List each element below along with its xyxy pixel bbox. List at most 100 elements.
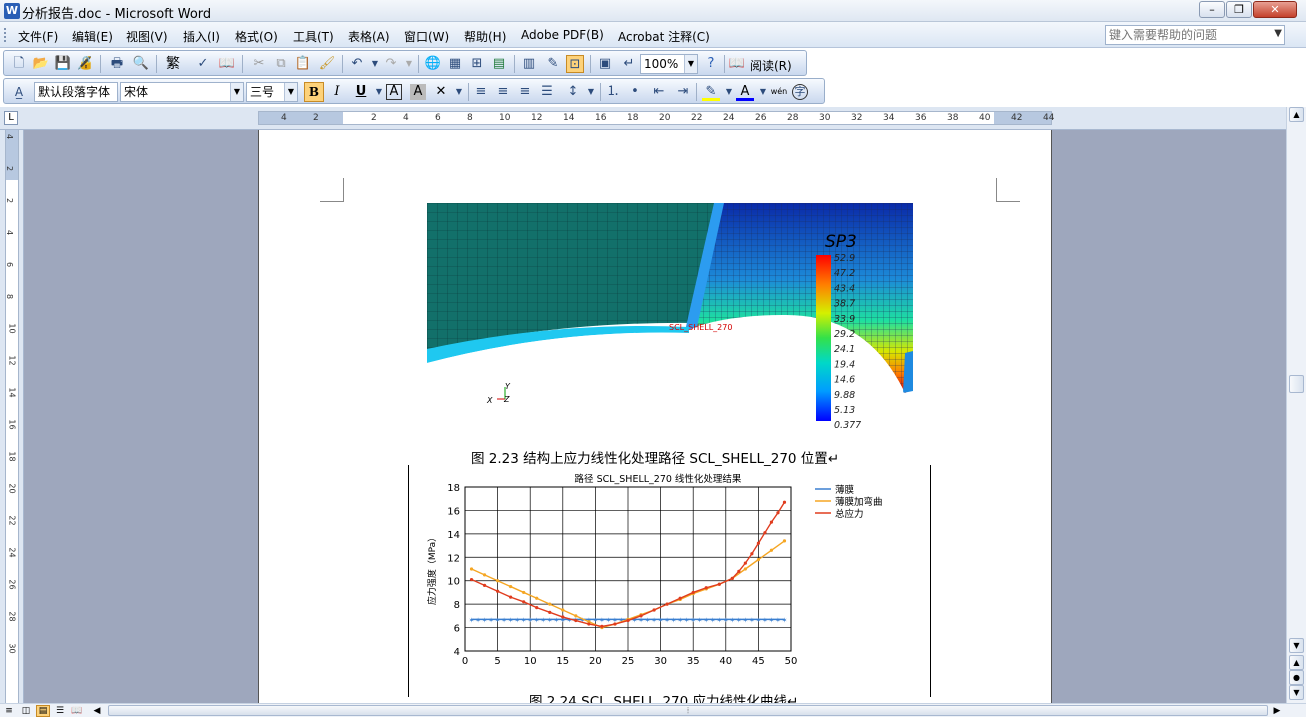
menu-item[interactable]: 格式(O) [235, 28, 278, 45]
justify-icon[interactable]: ☰ [538, 83, 556, 101]
increase-indent-icon[interactable]: ⇥ [674, 83, 692, 101]
menu-item[interactable]: 窗口(W) [404, 28, 449, 45]
decrease-indent-icon[interactable]: ⇤ [650, 83, 668, 101]
reading-view-icon[interactable]: 📖 [70, 705, 84, 717]
align-center-icon[interactable]: ≡ [494, 83, 512, 101]
select-browse-object-button[interactable]: ● [1289, 670, 1304, 685]
reading-layout-icon[interactable]: 📖 [728, 55, 746, 73]
word-app-icon[interactable]: W [4, 3, 20, 19]
highlight-icon[interactable]: ✎ [702, 83, 720, 101]
columns-icon[interactable]: ▥ [520, 55, 538, 73]
char-border-icon[interactable]: A [386, 84, 402, 100]
format-painter-icon[interactable]: 🖌 [318, 55, 336, 73]
undo-icon[interactable]: ↶ [348, 55, 366, 73]
chevron-down-icon[interactable]: ▼ [230, 83, 243, 101]
style-combo[interactable]: 默认段落字体 [34, 82, 118, 102]
line-spacing-dropdown-icon[interactable]: ▼ [582, 83, 600, 101]
page[interactable]: SCL_SHELL_270 SP3 52.9 47.2 43.4 38.7 33.9 29… [258, 130, 1052, 703]
fea-contour-figure[interactable]: SCL_SHELL_270 SP3 52.9 47.2 43.4 38.7 33.9 29… [427, 203, 913, 443]
tables-borders-icon[interactable]: ▦ [446, 55, 464, 73]
chevron-down-icon[interactable]: ▼ [284, 83, 297, 101]
char-scaling-icon[interactable]: ✕ [432, 83, 450, 101]
stress-linearization-chart[interactable]: 路径 SCL_SHELL_270 线性化处理结果 0 5 10 15 20 25 30 35 40… [425, 470, 925, 685]
reading-layout-button[interactable]: 阅读(R) [750, 57, 792, 74]
paste-icon[interactable]: 📋 [294, 55, 312, 73]
tab-selector[interactable]: L [4, 111, 18, 125]
web-layout-icon[interactable]: ◫ [19, 705, 33, 717]
scroll-down-button[interactable]: ▼ [1289, 638, 1304, 653]
redo-dropdown-icon[interactable]: ▼ [400, 55, 418, 73]
maximize-button[interactable]: ❐ [1226, 1, 1252, 18]
char-shading-icon[interactable]: A [410, 84, 426, 100]
menu-item[interactable]: 工具(T) [293, 28, 334, 45]
previous-page-button[interactable]: ▲ [1289, 655, 1304, 670]
chevron-down-icon[interactable]: ▼ [684, 55, 697, 73]
vertical-scrollbar[interactable]: ▲ ▼ ▲ ● ▼ [1286, 107, 1306, 703]
help-icon[interactable]: ? [702, 55, 720, 73]
save-icon[interactable]: 💾 [54, 55, 72, 73]
align-right-icon[interactable]: ≡ [516, 83, 534, 101]
paragraph-mark-icon[interactable]: ↵ [620, 55, 638, 73]
line-spacing-icon[interactable]: ↕ [564, 83, 582, 101]
scroll-up-button[interactable]: ▲ [1289, 107, 1304, 122]
italic-button[interactable]: I [328, 83, 346, 101]
underline-button[interactable]: U [352, 83, 370, 101]
traditional-chinese-button[interactable]: 繁 [164, 55, 182, 73]
menu-item[interactable]: 插入(I) [183, 28, 220, 45]
outline-view-icon[interactable]: ☰ [53, 705, 67, 717]
menu-item[interactable]: 表格(A) [348, 28, 390, 45]
numbering-icon[interactable]: ⒈ [604, 83, 622, 101]
next-page-button[interactable]: ▼ [1289, 685, 1304, 700]
new-document-icon[interactable]: 🗋 [10, 55, 28, 73]
document-area[interactable]: SCL_SHELL_270 SP3 52.9 47.2 43.4 38.7 33.9 29… [24, 130, 1286, 703]
menu-item[interactable]: Acrobat 注释(C) [618, 28, 710, 45]
document-map-icon[interactable]: ⊡ [566, 55, 584, 73]
menu-item[interactable]: Adobe PDF(B) [521, 28, 604, 42]
font-combo[interactable]: 宋体 ▼ [120, 82, 244, 102]
print-icon[interactable]: 🖶 [108, 55, 126, 73]
minimize-button[interactable]: – [1199, 1, 1225, 18]
bullets-icon[interactable]: • [626, 83, 644, 101]
font-color-icon[interactable]: A [736, 83, 754, 101]
align-left-icon[interactable]: ≡ [472, 83, 490, 101]
horizontal-scroll-thumb[interactable]: ⦙ [108, 705, 1268, 716]
menu-item[interactable]: 帮助(H) [464, 28, 506, 45]
zoom-combo[interactable]: 100% ▼ [640, 54, 698, 74]
research-icon[interactable]: 📖 [218, 55, 236, 73]
cut-icon[interactable]: ✂ [250, 55, 268, 73]
menu-item[interactable]: 视图(V) [126, 28, 168, 45]
print-layout-icon[interactable]: ▤ [36, 705, 50, 717]
scaling-dropdown-icon[interactable]: ▼ [450, 83, 468, 101]
open-folder-icon[interactable]: 📂 [32, 55, 50, 73]
styles-formatting-icon[interactable]: A̲ [10, 83, 28, 101]
permission-icon[interactable]: 🔏 [76, 55, 94, 73]
vertical-ruler[interactable]: 4 2 2 4 6 8 10 12 14 16 18 20 22 24 26 28 30 [0, 130, 24, 703]
phonetic-guide-button[interactable]: wén [770, 83, 788, 101]
font-size-combo[interactable]: 三号 ▼ [246, 82, 298, 102]
redo-icon[interactable]: ↷ [382, 55, 400, 73]
close-button[interactable]: ✕ [1253, 1, 1297, 18]
menu-item[interactable]: 文件(F) [18, 28, 58, 45]
insert-excel-icon[interactable]: ▤ [490, 55, 508, 73]
menu-item[interactable]: 编辑(E) [72, 28, 113, 45]
show-hide-icon[interactable]: ▣ [596, 55, 614, 73]
ruler-strip[interactable]: 4 2 2 4 6 8 10 12 14 16 18 20 22 24 26 28 30 32 34 36 38 40 42… [258, 111, 1054, 125]
drawing-icon[interactable]: ✎ [544, 55, 562, 73]
scroll-left-button[interactable]: ◀ [90, 705, 104, 717]
bold-button[interactable]: B [304, 82, 324, 102]
menu-grip[interactable] [4, 28, 7, 42]
help-search-box[interactable]: ▼ [1105, 25, 1285, 45]
chevron-down-icon[interactable]: ▼ [1274, 28, 1282, 39]
ruler-strip[interactable]: 4 2 2 4 6 8 10 12 14 16 18 20 22 24 26 28 30 [5, 130, 19, 703]
spelling-check-icon[interactable]: ✓ [194, 55, 212, 73]
enclose-char-icon[interactable]: 字 [792, 84, 808, 100]
scroll-right-button[interactable]: ▶ [1270, 705, 1284, 717]
print-preview-icon[interactable]: 🔍 [132, 55, 150, 73]
hyperlink-icon[interactable]: 🌐 [424, 55, 442, 73]
scroll-thumb[interactable] [1289, 375, 1304, 393]
horizontal-ruler[interactable]: L 4 2 2 4 6 8 10 12 14 16 18 20 22 24 26 28 30 32 34 36 38 40… [0, 107, 1306, 130]
normal-view-icon[interactable]: ≡ [2, 705, 16, 717]
horizontal-scrollbar[interactable]: ≡ ◫ ▤ ☰ 📖 ◀ ⦙ ▶ [0, 703, 1306, 717]
help-search-input[interactable] [1106, 26, 1266, 44]
insert-table-icon[interactable]: ⊞ [468, 55, 486, 73]
